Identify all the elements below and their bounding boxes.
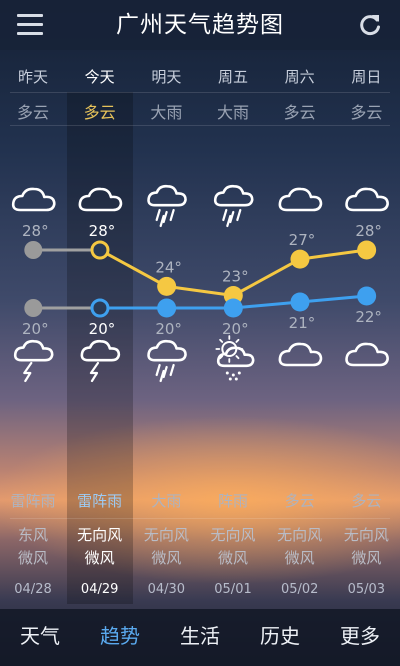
- low-temp-label: 20°: [155, 320, 182, 338]
- low-temp-label: 22°: [355, 308, 382, 326]
- high-temp-label: 23°: [222, 268, 249, 286]
- low-temp-label: 20°: [22, 320, 49, 338]
- high-temp-label: 24°: [155, 258, 182, 276]
- tab-history[interactable]: 历史: [240, 609, 320, 666]
- low-temp-point: [157, 298, 177, 318]
- heavy-rain-icon: [147, 339, 187, 383]
- cloud-icon: [345, 187, 389, 212]
- high-temp-label: 28°: [89, 222, 116, 240]
- low-temp-label: 20°: [89, 320, 116, 338]
- high-temp-point: [290, 249, 310, 269]
- low-temp-label: 21°: [289, 314, 316, 332]
- low-temp-point: [223, 298, 243, 318]
- high-temp-point: [357, 240, 377, 260]
- tab-weather[interactable]: 天气: [0, 609, 80, 666]
- low-temp-point: [357, 286, 377, 306]
- cloud-icon: [78, 187, 123, 212]
- low-temp-label: 20°: [222, 320, 249, 338]
- tab-trend[interactable]: 趋势: [80, 609, 160, 666]
- thunderstorm-icon: [80, 339, 121, 383]
- high-temp-point: [157, 276, 177, 296]
- cloud-icon: [345, 342, 389, 367]
- high-temp-point: [90, 240, 110, 260]
- cloud-icon: [278, 187, 323, 212]
- tab-more[interactable]: 更多: [320, 609, 400, 666]
- high-temp-label: 27°: [289, 231, 316, 249]
- heavy-rain-icon: [147, 184, 187, 228]
- tab-life[interactable]: 生活: [160, 609, 240, 666]
- high-temp-label: 28°: [355, 222, 382, 240]
- shower-icon: [215, 335, 255, 381]
- low-temp-point: [90, 298, 110, 318]
- thunderstorm-icon: [13, 339, 54, 383]
- high-temp-point: [24, 241, 43, 259]
- high-temp-label: 28°: [22, 222, 49, 240]
- cloud-icon: [11, 187, 56, 212]
- low-temp-point: [290, 292, 310, 312]
- cloud-icon: [278, 342, 323, 367]
- low-temp-point: [24, 299, 43, 317]
- temperature-trend-chart: 28° 20° 28° 20° 24° 20° 23° 20° 27° 21° 28° 22°: [11, 184, 389, 383]
- heavy-rain-icon: [213, 184, 254, 228]
- bottom-nav: 天气 趋势 生活 历史 更多: [0, 609, 400, 666]
